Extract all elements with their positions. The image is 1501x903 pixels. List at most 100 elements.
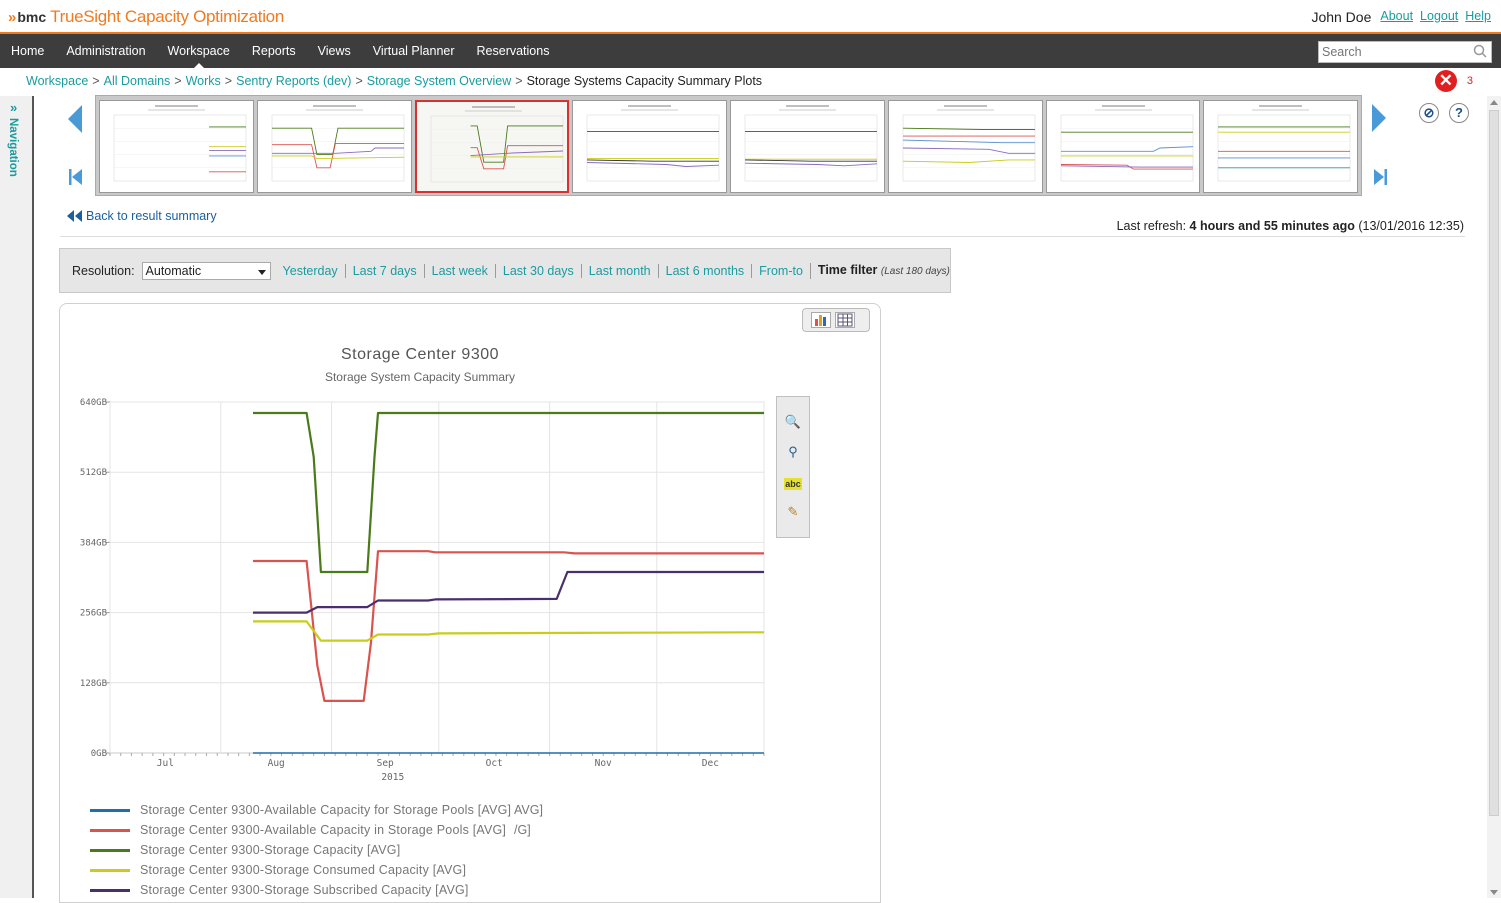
page-scrollbar[interactable] [1487,96,1501,898]
x-tick-label: Sep [377,758,394,769]
search-icon[interactable] [1473,44,1487,58]
back-to-summary-link[interactable]: Back to result summary [67,209,217,223]
scroll-down-arrow-icon[interactable] [1490,890,1498,895]
about-link[interactable]: About [1380,9,1413,25]
report-thumbnail[interactable] [1045,100,1201,193]
report-thumbnail[interactable] [730,100,885,193]
error-count: 3 [1466,75,1473,87]
crumb-storage-system-overview[interactable]: Storage System Overview [367,74,512,88]
error-indicator[interactable]: ✕ 3 [1434,70,1473,92]
filter-last-7-days[interactable]: Last 7 days [344,263,424,278]
filter-last-30-days[interactable]: Last 30 days [494,263,581,278]
scroll-up-arrow-icon[interactable] [1490,100,1498,105]
thumbnail-chart [113,105,247,182]
nav-home[interactable]: Home [0,34,55,68]
legend-label: Storage Center 9300-Storage Subscribed C… [140,883,469,897]
legend-item[interactable]: Storage Center 9300-Storage Capacity [AV… [90,840,511,860]
legend-label: Storage Center 9300-Available Capacity i… [140,823,507,837]
crumb-sentry-reports[interactable]: Sentry Reports (dev) [236,74,351,88]
filter-last-month[interactable]: Last month [580,263,658,278]
crumb-all-domains[interactable]: All Domains [104,74,171,88]
legend-item[interactable]: Storage Center 9300-Storage Consumed Cap… [90,860,511,880]
filter-last-week[interactable]: Last week [423,263,495,278]
time-filter: Time filter (Last 180 days) [809,262,950,279]
nav-workspace[interactable]: Workspace [157,34,241,68]
thumbnail-chart [1217,105,1351,182]
thumbnails-last-icon[interactable] [1373,168,1387,186]
report-thumbnail[interactable] [572,100,727,193]
resolution-label: Resolution: [72,263,135,278]
navigation-label[interactable]: Navigation [7,118,19,177]
legend-item[interactable]: Storage Center 9300-Available Capacity i… [90,820,511,840]
annotate-text-icon[interactable]: abc [784,478,802,490]
zoom-in-icon[interactable]: 🔍 [784,413,802,431]
back-arrow-icon [67,210,82,222]
x-tick-label: Dec [702,758,719,769]
help-icon[interactable]: ? [1449,103,1469,123]
divider [60,236,1465,237]
thumbnail-chart [744,105,878,182]
crumb-works[interactable]: Works [186,74,221,88]
chevron-down-icon [257,269,266,275]
nav-reservations[interactable]: Reservations [466,34,561,68]
filter-yesterday[interactable]: Yesterday [281,264,345,278]
chart-toolbar: 🔍 ⚲ abc ✎ [776,396,810,538]
crumb-separator: > [174,74,182,88]
legend-item[interactable]: Storage Center 9300-Available Capacity f… [90,800,511,820]
user-name: John Doe [1311,9,1372,25]
search-input[interactable] [1319,42,1469,62]
filter-last-6-months[interactable]: Last 6 months [657,263,752,278]
breadcrumb: Workspace > All Domains > Works > Sentry Re… [26,74,762,88]
scrollbar-thumb[interactable] [1489,110,1499,816]
nav-views[interactable]: Views [307,34,362,68]
crumb-separator: > [92,74,100,88]
legend-label: Storage Center 9300-Available Capacity f… [140,803,512,817]
crumb-separator: > [224,74,233,88]
chart-legend: Storage Center 9300-Available Capacity f… [90,800,511,900]
nav-administration[interactable]: Administration [55,34,156,68]
thumbnails-next-icon[interactable] [1372,104,1386,132]
line-chart: 0GB 128GB 256GB 384GB 512GB 640GB Jul Aug Sep Oct… [80,398,765,783]
legend-item[interactable]: Storage Center 9300-Storage Subscribed C… [90,880,511,900]
navigation-panel[interactable]: » Navigation [0,96,34,898]
top-header: »bmc TrueSight Capacity Optimization Joh… [0,0,1501,34]
time-filter-bar: Resolution: Automatic Yesterday Last 7 d… [59,248,951,293]
x-tick-label: Jul [157,758,174,769]
report-thumbnail[interactable] [887,100,1043,193]
time-filter-label: Time filter [817,262,878,277]
crumb-workspace[interactable]: Workspace [26,74,88,88]
help-link[interactable]: Help [1465,9,1491,25]
bmc-logo: »bmc [8,8,47,26]
legend-swatch [90,868,130,872]
legend-swatch [90,828,130,832]
user-area: John Doe About Logout Help [1311,9,1491,25]
filter-from-to[interactable]: From-to [751,263,810,278]
back-link-label: Back to result summary [86,209,217,223]
report-thumbnail[interactable] [99,100,254,193]
nav-virtual-planner[interactable]: Virtual Planner [362,34,466,68]
link-icon[interactable]: ⊘ [1419,103,1439,123]
expand-navigation-icon[interactable]: » [10,100,17,115]
chart-panel: Storage Center 9300 Storage System Capac… [59,303,881,903]
error-icon[interactable]: ✕ [1434,70,1457,92]
brand-logo[interactable]: »bmc TrueSight Capacity Optimization [8,7,284,27]
report-thumbnail[interactable] [414,100,570,193]
nav-reports[interactable]: Reports [241,34,307,68]
resolution-select[interactable]: Automatic [141,261,271,280]
y-tick-label: 128GB [80,679,107,689]
thumbnails-first-icon[interactable] [69,168,83,186]
app-title: TrueSight Capacity Optimization [50,7,284,26]
zoom-reset-icon[interactable]: ⚲ [784,443,802,461]
logout-link[interactable]: Logout [1420,9,1458,25]
pencil-icon[interactable]: ✎ [784,503,802,521]
legend-label: Storage Center 9300-Storage Consumed Cap… [140,863,467,877]
crumb-current: Storage Systems Capacity Summary Plots [526,74,763,88]
refresh-prefix: Last refresh: [1116,219,1187,233]
report-thumbnail[interactable] [1203,100,1358,193]
x-tick-label: Nov [595,758,612,769]
legend-label: Storage Center 9300-Storage Capacity [AV… [140,843,401,857]
report-thumbnail[interactable] [256,100,412,193]
x-tick-label: Oct [486,758,503,769]
time-filter-sub: (Last 180 days) [880,265,950,277]
thumbnails-prev-icon[interactable] [68,105,82,133]
